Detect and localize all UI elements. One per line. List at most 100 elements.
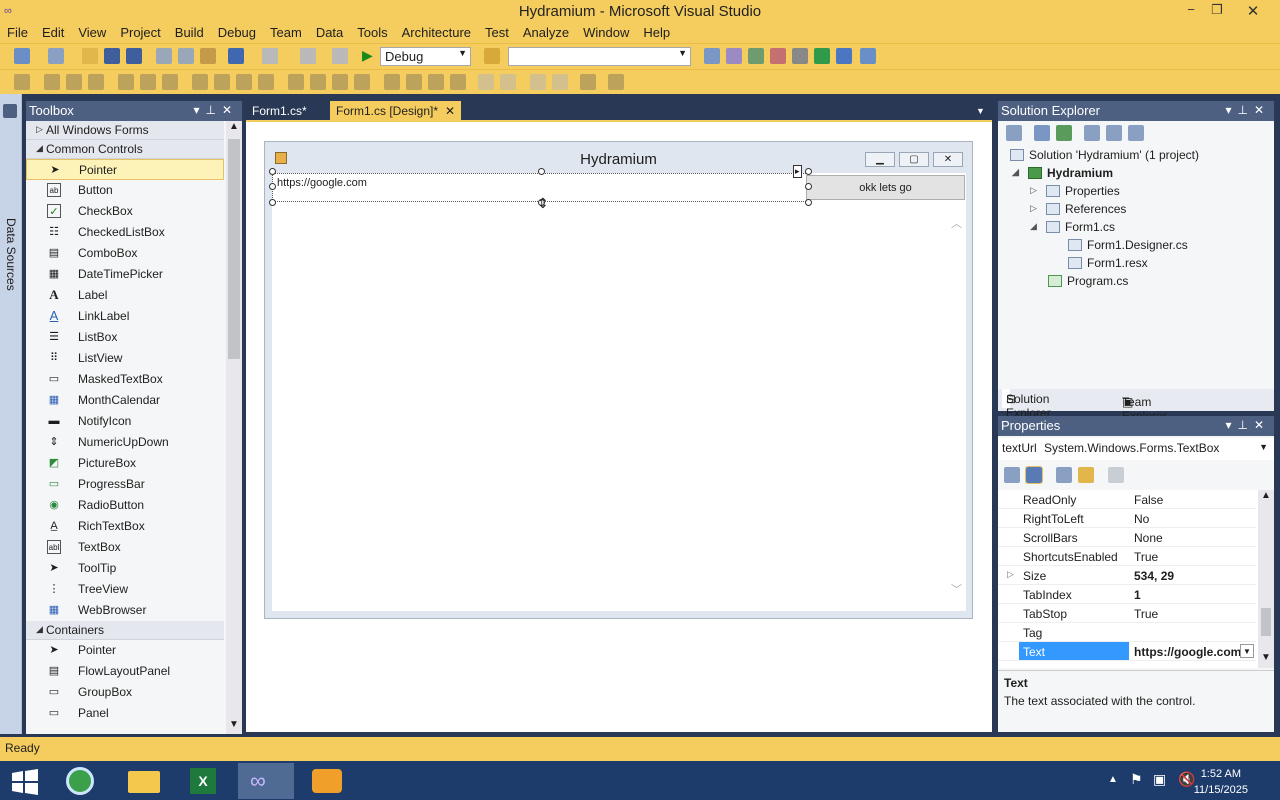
pin-icon[interactable]: ⊥ xyxy=(1237,103,1253,117)
close-icon[interactable]: ✕ xyxy=(222,103,238,117)
tab-form1-cs[interactable]: Form1.cs* xyxy=(246,101,326,121)
tree-properties[interactable]: ▷ Properties xyxy=(1030,184,1120,198)
property-row[interactable]: TabStop True xyxy=(998,604,1256,623)
menu-file[interactable]: File xyxy=(0,22,35,40)
smart-tag-icon[interactable]: ▸ xyxy=(793,165,802,178)
taskbar-visual-studio[interactable]: ∞ xyxy=(238,763,294,799)
add-item-icon[interactable] xyxy=(48,48,64,64)
toolbox-group-containers[interactable]: ◢ Containers xyxy=(26,621,224,640)
show-all-files-icon[interactable] xyxy=(1106,125,1122,141)
make-same-height-icon[interactable] xyxy=(214,74,230,90)
size-to-grid-icon[interactable] xyxy=(258,74,274,90)
undo-icon[interactable] xyxy=(228,48,244,64)
property-value[interactable]: No xyxy=(1134,512,1149,526)
toolbox-item-groupbox[interactable]: ▭ GroupBox xyxy=(26,682,224,703)
toolbox-item-linklabel[interactable]: A LinkLabel xyxy=(26,306,224,327)
resize-handle[interactable] xyxy=(538,168,545,175)
align-to-grid-icon[interactable] xyxy=(14,74,30,90)
paste-icon[interactable] xyxy=(200,48,216,64)
cut-icon[interactable] xyxy=(156,48,172,64)
chevron-down-icon[interactable]: ▾ xyxy=(1225,418,1237,432)
toolbox-item-maskedtextbox[interactable]: ▭ MaskedTextBox xyxy=(26,369,224,390)
increase-vertical-spacing-icon[interactable] xyxy=(406,74,422,90)
new-project-icon[interactable] xyxy=(14,48,30,64)
pin-icon[interactable]: ⊥ xyxy=(1237,418,1253,432)
menu-data[interactable]: Data xyxy=(309,22,350,40)
align-centers-icon[interactable] xyxy=(66,74,82,90)
scroll-down-icon[interactable]: ▼ xyxy=(229,719,239,730)
tree-form1-designer[interactable]: Form1.Designer.cs xyxy=(1068,238,1188,252)
resize-handle[interactable] xyxy=(269,183,276,190)
taskbar-paint[interactable] xyxy=(300,763,356,799)
object-selector[interactable]: textUrl System.Windows.Forms.TextBox ▼ xyxy=(998,438,1274,460)
tab-order-icon[interactable] xyxy=(580,74,596,90)
find-combo[interactable]: ▼ xyxy=(508,47,691,66)
server-explorer-icon[interactable] xyxy=(814,48,830,64)
property-row-selected[interactable]: Text https://google.com ▼ xyxy=(998,642,1256,661)
properties-view-icon[interactable] xyxy=(1056,467,1072,483)
home-icon[interactable] xyxy=(1006,125,1022,141)
taskbar-internet-explorer[interactable] xyxy=(54,763,110,799)
property-value[interactable]: False xyxy=(1134,493,1163,507)
bring-to-front-icon[interactable] xyxy=(530,74,546,90)
expand-icon[interactable]: ▷ xyxy=(1007,569,1014,580)
make-same-width-icon[interactable] xyxy=(192,74,208,90)
scrollbar-thumb[interactable] xyxy=(228,139,240,359)
scroll-down-icon[interactable]: ▼ xyxy=(1261,652,1271,663)
toolbox-item-radiobutton[interactable]: ◉ RadioButton xyxy=(26,495,224,516)
tree-form1-resx[interactable]: Form1.resx xyxy=(1068,256,1148,270)
tree-references[interactable]: ▷ References xyxy=(1030,202,1126,216)
lock-controls-icon[interactable] xyxy=(608,74,624,90)
pin-icon[interactable]: ⊥ xyxy=(205,103,221,117)
menu-build[interactable]: Build xyxy=(168,22,211,40)
toolbox-item-tooltip[interactable]: ➤ ToolTip xyxy=(26,558,224,579)
tab-solution-explorer[interactable]: ⊟ Solution Explorer xyxy=(1002,389,1051,420)
property-value[interactable]: None xyxy=(1134,531,1163,545)
toolbox-item-container-pointer[interactable]: ➤ Pointer xyxy=(26,640,224,661)
collapse-all-icon[interactable] xyxy=(1084,125,1100,141)
toolbox-group-all-windows-forms[interactable]: ▷ All Windows Forms xyxy=(26,121,224,140)
menu-view[interactable]: View xyxy=(71,22,113,40)
toolbox-item-webbrowser[interactable]: ▦ WebBrowser xyxy=(26,600,224,621)
toolbox-item-panel[interactable]: ▭ Panel xyxy=(26,703,224,724)
close-icon[interactable]: ✕ xyxy=(1254,418,1270,432)
scroll-up-icon[interactable]: ▲ xyxy=(229,121,239,132)
toolbox-item-notifyicon[interactable]: ▬ NotifyIcon xyxy=(26,411,224,432)
chevron-down-icon[interactable]: ▾ xyxy=(1225,103,1237,117)
align-middles-icon[interactable] xyxy=(140,74,156,90)
open-file-icon[interactable] xyxy=(82,48,98,64)
toolbox-item-listview[interactable]: ⠿ ListView xyxy=(26,348,224,369)
close-icon[interactable]: ✕ xyxy=(445,104,455,118)
toolbox-item-picturebox[interactable]: ◩ PictureBox xyxy=(26,453,224,474)
expand-icon[interactable]: ▷ xyxy=(1030,185,1037,196)
decrease-vertical-spacing-icon[interactable] xyxy=(428,74,444,90)
property-value[interactable]: True xyxy=(1134,607,1158,621)
toolbox-item-textbox[interactable]: abl TextBox xyxy=(26,537,224,558)
decrease-horizontal-spacing-icon[interactable] xyxy=(332,74,348,90)
toolbox-group-common-controls[interactable]: ◢ Common Controls xyxy=(26,140,224,159)
navigate-back-icon[interactable] xyxy=(300,48,316,64)
object-browser-icon[interactable] xyxy=(748,48,764,64)
resize-handle[interactable] xyxy=(805,168,812,175)
scroll-up-icon[interactable]: ▲ xyxy=(1261,490,1271,501)
more-tools-icon[interactable] xyxy=(860,48,876,64)
start-debugging-icon[interactable]: ▶ xyxy=(362,47,373,64)
resize-handle[interactable] xyxy=(805,183,812,190)
categorized-icon[interactable] xyxy=(1004,467,1020,483)
chevron-down-icon[interactable]: ▼ xyxy=(1240,644,1254,658)
property-value-editor[interactable]: https://google.com xyxy=(1134,645,1242,659)
menu-test[interactable]: Test xyxy=(478,22,516,40)
toolbox-item-button[interactable]: ab Button xyxy=(26,180,224,201)
tree-program-cs[interactable]: Program.cs xyxy=(1048,274,1128,288)
increase-horizontal-spacing-icon[interactable] xyxy=(310,74,326,90)
go-button[interactable]: okk lets go xyxy=(806,175,965,200)
align-lefts-icon[interactable] xyxy=(44,74,60,90)
property-row[interactable]: ReadOnly False xyxy=(998,490,1256,509)
property-row[interactable]: ShortcutsEnabled True xyxy=(998,547,1256,566)
property-row[interactable]: TabIndex 1 xyxy=(998,585,1256,604)
tools-icon[interactable] xyxy=(792,48,808,64)
minimize-button[interactable]: − xyxy=(1178,2,1204,20)
center-horizontally-icon[interactable] xyxy=(478,74,494,90)
toolbox-item-listbox[interactable]: ☰ ListBox xyxy=(26,327,224,348)
align-tops-icon[interactable] xyxy=(118,74,134,90)
